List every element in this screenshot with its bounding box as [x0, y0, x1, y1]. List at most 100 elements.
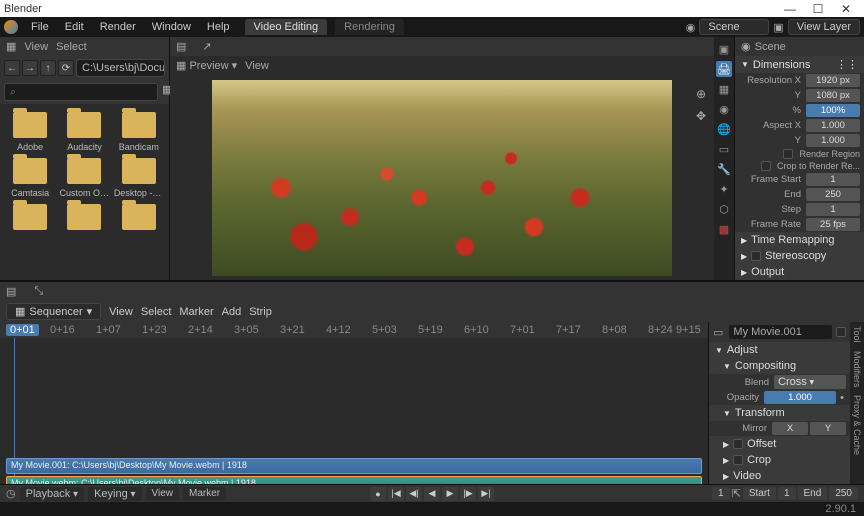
workspace-tab-video-editing[interactable]: Video Editing — [245, 19, 328, 35]
pan-icon[interactable]: ✥ — [692, 107, 710, 125]
viewlayer-selector[interactable]: View Layer — [788, 19, 860, 35]
menu-file[interactable]: File — [24, 19, 56, 35]
menu-render[interactable]: Render — [93, 19, 143, 35]
scene-name[interactable]: Scene — [755, 41, 786, 53]
tool-tab[interactable]: Tool — [852, 326, 862, 343]
editor-type-icon[interactable]: ▤ — [6, 285, 16, 298]
autokey-button[interactable]: ● — [370, 487, 386, 501]
res-pct-field[interactable]: 100% — [806, 104, 860, 117]
seq-marker-menu[interactable]: Marker — [179, 306, 213, 318]
physics-tab-icon[interactable]: ⬡ — [716, 201, 732, 217]
timeline-ruler[interactable]: 0+01 0+16 1+07 1+23 2+14 3+05 3+21 4+12 … — [0, 322, 708, 338]
nav-up-button[interactable]: ↑ — [40, 60, 56, 76]
next-key-button[interactable]: |▶ — [460, 487, 476, 501]
preview-view-menu[interactable]: View — [245, 60, 269, 72]
mute-checkbox[interactable] — [836, 327, 846, 337]
transform-subpanel[interactable]: ▼Transform — [709, 405, 850, 421]
scene-selector[interactable]: Scene — [699, 19, 769, 35]
preview-canvas[interactable] — [170, 75, 714, 280]
framerate-dropdown[interactable]: 25 fps — [806, 218, 860, 231]
jump-end-button[interactable]: ▶| — [478, 487, 494, 501]
mirror-y-button[interactable]: Y — [810, 422, 846, 435]
opacity-field[interactable]: 1.000 — [764, 391, 836, 404]
jump-start-button[interactable]: |◀ — [388, 487, 404, 501]
stereo-checkbox[interactable] — [751, 251, 761, 261]
video-strip[interactable]: My Movie.001: C:\Users\bj\Desktop\My Mov… — [6, 458, 702, 474]
start-frame-field[interactable]: 1 — [778, 487, 796, 500]
seq-view-menu[interactable]: View — [109, 306, 133, 318]
nav-forward-button[interactable]: → — [22, 60, 38, 76]
stereo-panel-header[interactable]: ▶Stereoscopy — [735, 248, 864, 264]
folder-item[interactable] — [113, 204, 165, 234]
path-field[interactable]: C:\Users\bj\Documen... — [76, 59, 165, 77]
folder-item[interactable] — [58, 204, 110, 234]
folder-item[interactable]: Adobe — [4, 112, 56, 152]
minimize-button[interactable]: — — [776, 2, 804, 16]
play-reverse-button[interactable]: ◀ — [424, 487, 440, 501]
proxy-cache-tab[interactable]: Proxy & Cache — [852, 395, 862, 455]
render-region-checkbox[interactable] — [783, 149, 793, 159]
mirror-x-button[interactable]: X — [772, 422, 808, 435]
seq-select-menu[interactable]: Select — [141, 306, 172, 318]
modifier-tab-icon[interactable]: 🔧 — [716, 161, 732, 177]
adjust-panel-header[interactable]: ▼Adjust — [709, 342, 850, 358]
cursor-tool-icon[interactable]: ↗ — [202, 40, 211, 53]
zoom-icon[interactable]: ⊕ — [692, 85, 710, 103]
texture-tab-icon[interactable]: ▩ — [716, 221, 732, 237]
menu-window[interactable]: Window — [145, 19, 198, 35]
frame-step-field[interactable]: 1 — [806, 203, 860, 216]
move-tool-icon[interactable]: ⤡ — [34, 285, 43, 298]
nav-back-button[interactable]: ← — [4, 60, 20, 76]
dimensions-panel-header[interactable]: ▼Dimensions⋮⋮ — [735, 56, 864, 73]
end-frame-field[interactable]: 250 — [829, 487, 858, 500]
prev-key-button[interactable]: ◀| — [406, 487, 422, 501]
crop-subpanel[interactable]: ▶Crop — [709, 452, 850, 468]
modifiers-tab[interactable]: Modifiers — [852, 351, 862, 388]
crop-render-checkbox[interactable] — [761, 161, 771, 171]
close-button[interactable]: ✕ — [832, 2, 860, 16]
world-tab-icon[interactable]: 🌐 — [716, 121, 732, 137]
aspect-x-field[interactable]: 1.000 — [806, 119, 860, 132]
timeline-tracks[interactable]: My Movie.001: C:\Users\bj\Desktop\My Mov… — [0, 338, 708, 484]
timeremap-panel-header[interactable]: ▶Time Remapping — [735, 232, 864, 248]
folder-item[interactable]: Custom Offic... — [58, 158, 110, 198]
render-tab-icon[interactable]: ▣ — [716, 41, 732, 57]
folder-item[interactable]: Camtasia — [4, 158, 56, 198]
editor-type-icon[interactable]: ▦ — [6, 40, 16, 53]
object-tab-icon[interactable]: ▭ — [716, 141, 732, 157]
particle-tab-icon[interactable]: ✦ — [716, 181, 732, 197]
popout-icon[interactable]: ⇱ — [732, 487, 741, 500]
offset-subpanel[interactable]: ▶Offset — [709, 436, 850, 452]
res-x-field[interactable]: 1920 px — [806, 74, 860, 87]
output-panel-header[interactable]: ▶Output — [735, 264, 864, 280]
scene-tab-icon[interactable]: ◉ — [716, 101, 732, 117]
compositing-subpanel[interactable]: ▼Compositing — [709, 358, 850, 374]
timeline-editor-icon[interactable]: ◷ — [6, 487, 16, 500]
output-tab-icon[interactable]: 🖨 — [716, 61, 732, 77]
status-marker[interactable]: Marker — [183, 487, 226, 500]
menu-help[interactable]: Help — [200, 19, 237, 35]
nav-refresh-button[interactable]: ⟳ — [58, 60, 74, 76]
frame-start-field[interactable]: 1 — [806, 173, 860, 186]
blend-dropdown[interactable]: Cross ▾ — [774, 375, 846, 389]
aspect-y-field[interactable]: 1.000 — [806, 134, 860, 147]
seq-add-menu[interactable]: Add — [222, 306, 242, 318]
video-strip[interactable]: My Movie.webm: C:\Users\bj\Desktop\My Mo… — [6, 476, 702, 484]
maximize-button[interactable]: ☐ — [804, 2, 832, 16]
fb-select-menu[interactable]: Select — [56, 41, 87, 53]
keying-dropdown[interactable]: Keying ▾ — [88, 487, 141, 501]
search-input[interactable] — [4, 83, 158, 101]
folder-item[interactable]: Bandicam — [113, 112, 165, 152]
video-subpanel[interactable]: ▶Video — [709, 468, 850, 484]
folder-item[interactable]: Desktop - Sho... — [113, 158, 165, 198]
preview-mode-dropdown[interactable]: ▦ Preview ▾ — [176, 59, 237, 72]
strip-name-field[interactable]: My Movie.001 — [729, 325, 832, 339]
play-button[interactable]: ▶ — [442, 487, 458, 501]
frame-end-field[interactable]: 250 — [806, 188, 860, 201]
fb-view-menu[interactable]: View — [24, 41, 48, 53]
playback-dropdown[interactable]: Playback ▾ — [20, 487, 84, 501]
sequencer-mode-dropdown[interactable]: ▦ Sequencer ▾ — [6, 303, 101, 320]
editor-type-icon[interactable]: ▤ — [176, 40, 186, 53]
viewlayer-tab-icon[interactable]: ▦ — [716, 81, 732, 97]
current-frame-field[interactable]: 1 — [712, 487, 730, 500]
